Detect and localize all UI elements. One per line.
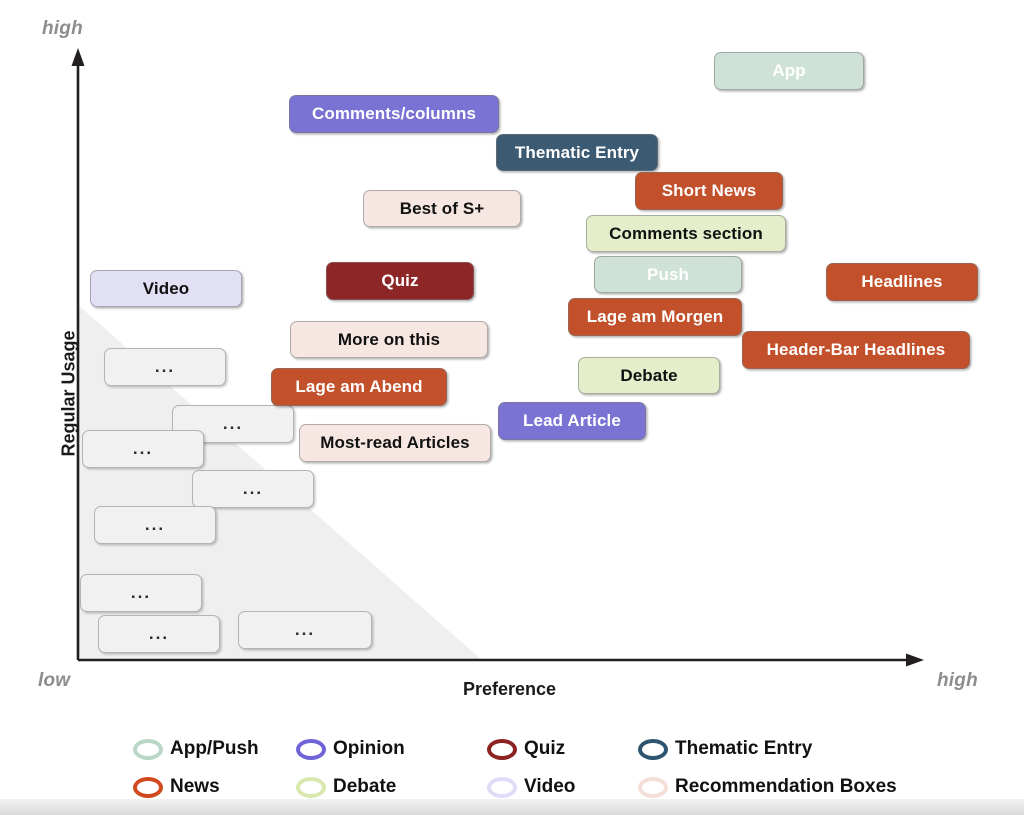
- placeholder-box: ...: [82, 430, 204, 468]
- y-axis-arrowhead: [71, 48, 85, 66]
- item-box-header-bar-headlines[interactable]: Header-Bar Headlines: [742, 331, 970, 369]
- item-box-thematic-entry[interactable]: Thematic Entry: [496, 134, 658, 171]
- item-box-quiz[interactable]: Quiz: [326, 262, 474, 300]
- item-box-comments-columns[interactable]: Comments/columns: [289, 95, 499, 133]
- legend-label: Recommendation Boxes: [675, 776, 897, 797]
- item-box-debate[interactable]: Debate: [578, 357, 720, 394]
- legend-swatch-ring-icon: [487, 738, 517, 760]
- legend-label: News: [170, 776, 220, 797]
- legend-item-news[interactable]: News: [133, 772, 220, 802]
- placeholder-box: ...: [94, 506, 216, 544]
- legend-swatch-ring-icon: [133, 776, 163, 798]
- x-axis-high-caption: high: [937, 670, 978, 691]
- item-box-app[interactable]: App: [714, 52, 864, 90]
- legend-label: Quiz: [524, 738, 566, 759]
- legend-label: Video: [524, 776, 576, 797]
- legend-label: Opinion: [333, 738, 405, 759]
- legend-swatch-ring-icon: [296, 776, 326, 798]
- legend-swatch-ring-icon: [296, 738, 326, 760]
- legend-item-debate[interactable]: Debate: [296, 772, 396, 802]
- legend-item-quiz[interactable]: Quiz: [487, 734, 565, 764]
- legend-label: Thematic Entry: [675, 738, 813, 759]
- item-box-comments-section[interactable]: Comments section: [586, 215, 786, 252]
- legend-swatch-ring-icon: [638, 738, 668, 760]
- legend-swatch-ring-icon: [487, 776, 517, 798]
- legend-swatch-ring-icon: [638, 776, 668, 798]
- legend-item-thematic[interactable]: Thematic Entry: [638, 734, 812, 764]
- placeholder-box: ...: [192, 470, 314, 508]
- y-axis-high-caption: high: [42, 18, 83, 39]
- legend-item-recommend[interactable]: Recommendation Boxes: [638, 772, 897, 802]
- placeholder-box: ...: [98, 615, 220, 653]
- y-axis-label: Regular Usage: [58, 330, 79, 457]
- bottom-strip: [0, 799, 1024, 815]
- placeholder-box: ...: [238, 611, 372, 649]
- item-box-push[interactable]: Push: [594, 256, 742, 293]
- legend-item-opinion[interactable]: Opinion: [296, 734, 405, 764]
- item-box-lage-am-morgen[interactable]: Lage am Morgen: [568, 298, 742, 336]
- item-box-more-on-this[interactable]: More on this: [290, 321, 488, 358]
- item-box-lage-am-abend[interactable]: Lage am Abend: [271, 368, 447, 406]
- x-axis-low-caption: low: [38, 670, 71, 691]
- legend-swatch-ring-icon: [133, 738, 163, 760]
- placeholder-box: ...: [104, 348, 226, 386]
- placeholder-box: ...: [80, 574, 202, 612]
- item-box-lead-article[interactable]: Lead Article: [498, 402, 646, 440]
- item-box-most-read-articles[interactable]: Most-read Articles: [299, 424, 491, 462]
- item-box-best-of-s[interactable]: Best of S+: [363, 190, 521, 227]
- item-box-video[interactable]: Video: [90, 270, 242, 307]
- legend-label: Debate: [333, 776, 397, 797]
- x-axis-arrowhead: [906, 653, 924, 667]
- item-box-short-news[interactable]: Short News: [635, 172, 783, 210]
- legend-label: App/Push: [170, 738, 259, 759]
- legend-item-video[interactable]: Video: [487, 772, 575, 802]
- x-axis-label: Preference: [463, 679, 557, 699]
- chart-canvas: high low high Regular Usage Preference .…: [0, 0, 1024, 815]
- legend-item-app-push[interactable]: App/Push: [133, 734, 259, 764]
- legend: App/Push Opinion Quiz Thematic Entry News Deb…: [0, 716, 1024, 799]
- item-box-headlines[interactable]: Headlines: [826, 263, 978, 301]
- plot-area: high low high Regular Usage Preference .…: [0, 0, 1024, 705]
